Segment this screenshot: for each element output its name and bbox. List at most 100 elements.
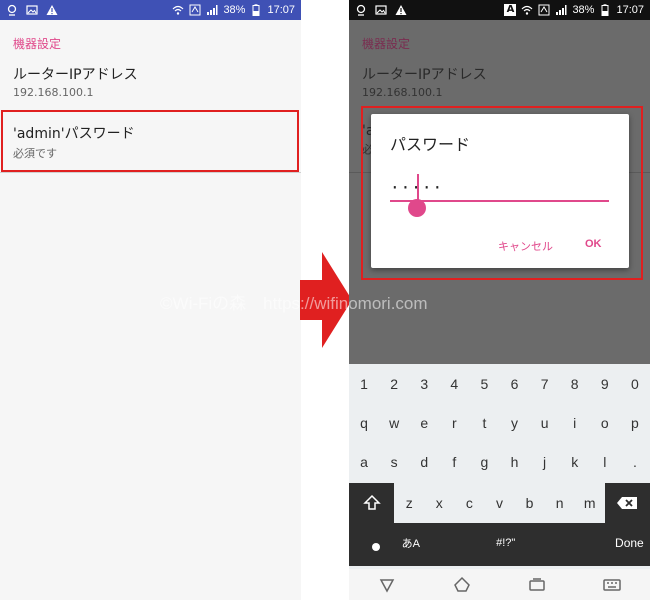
key[interactable]: 5	[469, 366, 499, 402]
arrow-right-icon	[580, 536, 596, 550]
input-mode-indicator: A	[504, 4, 517, 16]
router-ip-setting[interactable]: ルーターIPアドレス 192.168.100.1	[0, 64, 301, 99]
keyboard-switch-icon[interactable]	[603, 576, 622, 594]
shift-icon	[362, 494, 381, 510]
key[interactable]: s	[379, 444, 409, 480]
key[interactable]: 8	[560, 366, 590, 402]
key[interactable]: f	[439, 444, 469, 480]
router-ip-setting: ルーターIPアドレス 192.168.100.1	[349, 64, 650, 99]
warning-icon	[46, 4, 58, 16]
done-key[interactable]: Done	[609, 523, 650, 563]
key[interactable]: u	[530, 405, 560, 441]
space-key[interactable]	[431, 523, 485, 563]
section-title: 機器設定	[362, 37, 411, 51]
key[interactable]: p	[620, 405, 650, 441]
symbol-key[interactable]: #!?"	[485, 523, 526, 563]
key[interactable]: e	[409, 405, 439, 441]
cursor-handle[interactable]	[408, 199, 426, 217]
key[interactable]: z	[394, 483, 424, 523]
cursor-left-key[interactable]	[526, 523, 567, 563]
key[interactable]: o	[590, 405, 620, 441]
router-ip-value: 192.168.100.1	[362, 86, 443, 99]
key[interactable]: k	[560, 444, 590, 480]
language-key[interactable]: あA	[390, 523, 431, 563]
key[interactable]: 3	[409, 366, 439, 402]
warning-icon	[395, 4, 407, 16]
space-icon	[448, 538, 468, 548]
soft-keyboard: 1 2 3 4 5 6 7 8 9 0 q w e r t y u i o p …	[349, 364, 650, 569]
notification-icon	[355, 4, 367, 16]
password-field[interactable]: ·····	[390, 176, 609, 202]
key[interactable]: w	[379, 405, 409, 441]
battery-percent: 38%	[572, 4, 595, 16]
backspace-key[interactable]	[604, 483, 650, 523]
signal-icon	[206, 4, 218, 16]
battery-icon	[599, 4, 611, 16]
function-row: あA #!?" Done	[349, 523, 650, 566]
home-icon[interactable]	[453, 576, 471, 594]
key[interactable]: 7	[530, 366, 560, 402]
back-icon[interactable]	[378, 576, 396, 594]
dialog-title: パスワード	[390, 135, 471, 154]
divider	[0, 172, 301, 173]
image-icon	[26, 4, 38, 16]
key[interactable]: y	[499, 405, 529, 441]
key[interactable]: 0	[620, 366, 650, 402]
wifi-icon	[172, 4, 184, 16]
notification-icon	[6, 4, 18, 16]
battery-percent: 38%	[223, 4, 246, 16]
key[interactable]: j	[530, 444, 560, 480]
letter-row-2: a s d f g h j k l .	[349, 444, 650, 480]
wifi-icon	[521, 4, 533, 16]
key[interactable]: m	[575, 483, 605, 523]
key[interactable]: n	[545, 483, 575, 523]
key[interactable]: r	[439, 405, 469, 441]
key[interactable]: 1	[349, 366, 379, 402]
letter-row-3: z x c v b n m	[349, 483, 650, 523]
text-caret	[417, 174, 419, 200]
ok-button[interactable]: OK	[585, 238, 602, 250]
arrow-left-icon	[539, 536, 555, 550]
key[interactable]: a	[349, 444, 379, 480]
keyboard-settings-icon	[371, 543, 380, 551]
key[interactable]: g	[469, 444, 499, 480]
key[interactable]: t	[469, 405, 499, 441]
key[interactable]: i	[560, 405, 590, 441]
recents-icon[interactable]	[528, 576, 546, 594]
router-ip-title: ルーターIPアドレス	[362, 67, 487, 83]
highlight-box	[1, 110, 299, 172]
section-title: 機器設定	[13, 37, 62, 51]
signal-icon	[555, 4, 567, 16]
password-dialog: パスワード ····· キャンセル OK	[371, 114, 629, 268]
backspace-icon	[617, 497, 638, 509]
keyboard-settings-key[interactable]	[349, 523, 390, 563]
clock: 17:07	[267, 4, 295, 16]
number-row: 1 2 3 4 5 6 7 8 9 0	[349, 366, 650, 402]
status-bar: 38% 17:07	[0, 0, 301, 20]
letter-row-1: q w e r t y u i o p	[349, 405, 650, 441]
router-ip-title: ルーターIPアドレス	[13, 67, 138, 83]
key[interactable]: b	[515, 483, 545, 523]
key[interactable]: l	[590, 444, 620, 480]
cursor-right-key[interactable]	[568, 523, 609, 563]
key[interactable]: d	[409, 444, 439, 480]
comparison-canvas: 38% 17:07 機器設定 ルーターIPアドレス 192.168.100.1 …	[0, 0, 650, 600]
key[interactable]: c	[454, 483, 484, 523]
watermark: ©Wi-Fiの森 https://wifinomori.com	[160, 294, 428, 313]
cancel-button[interactable]: キャンセル	[498, 238, 553, 254]
key[interactable]: 4	[439, 366, 469, 402]
key[interactable]: q	[349, 405, 379, 441]
key[interactable]: 2	[379, 366, 409, 402]
key[interactable]: x	[424, 483, 454, 523]
router-ip-value: 192.168.100.1	[13, 86, 94, 99]
key[interactable]: 6	[499, 366, 529, 402]
key[interactable]: .	[620, 444, 650, 480]
battery-icon	[250, 4, 262, 16]
shift-key[interactable]	[349, 483, 395, 523]
key[interactable]: h	[499, 444, 529, 480]
clock: 17:07	[616, 4, 644, 16]
mobile-data-icon	[189, 4, 201, 16]
status-bar: A 38% 17:07	[349, 0, 650, 20]
key[interactable]: v	[484, 483, 514, 523]
key[interactable]: 9	[590, 366, 620, 402]
